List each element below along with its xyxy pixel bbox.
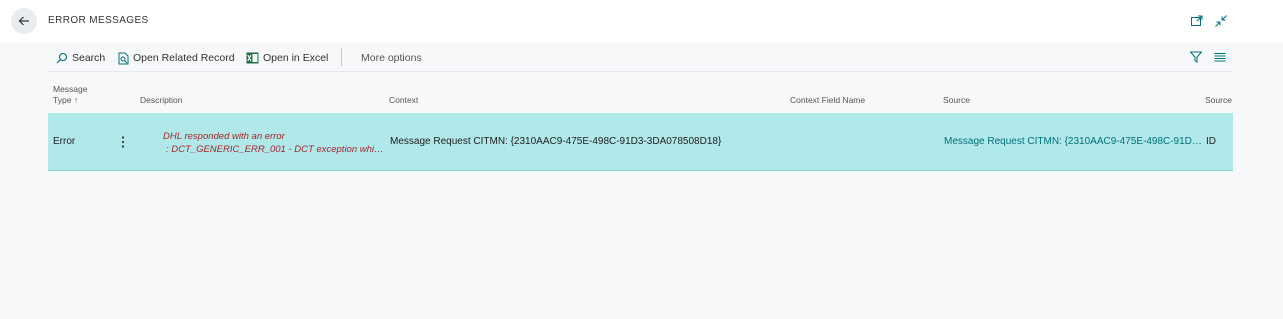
- column-header-source[interactable]: Source: [943, 95, 970, 106]
- related-record-icon: [118, 52, 129, 64]
- more-options-button[interactable]: More options: [361, 50, 422, 66]
- column-header-description[interactable]: Description: [140, 95, 183, 106]
- back-arrow-icon: [18, 16, 29, 26]
- message-type-cell: Error: [53, 136, 76, 147]
- table-row[interactable]: Error DHL responded with an error : DCT_…: [48, 113, 1233, 171]
- sort-ascending-icon: ↑: [73, 95, 79, 105]
- description-line2: : DCT_GENERIC_ERR_001 - DCT exception wh…: [166, 144, 385, 155]
- context-cell: Message Request CITMN: {2310AAC9-475E-49…: [390, 136, 722, 147]
- action-separator: [341, 48, 342, 66]
- description-cell[interactable]: DHL responded with an error : DCT_GENERI…: [163, 130, 385, 156]
- back-button[interactable]: [11, 8, 37, 34]
- open-new-window-icon[interactable]: [1190, 14, 1204, 28]
- open-in-excel-button[interactable]: Open in Excel: [246, 50, 328, 66]
- source-cell[interactable]: Message Request CITMN: {2310AAC9-475E-49…: [944, 136, 1202, 147]
- search-label: Search: [72, 52, 106, 64]
- search-icon: [56, 52, 68, 64]
- page-title: ERROR MESSAGES: [48, 15, 149, 26]
- column-header-message-type-line1: Message: [53, 84, 88, 94]
- description-line1: DHL responded with an error: [163, 131, 285, 142]
- search-button[interactable]: Search: [56, 50, 105, 66]
- filter-icon[interactable]: [1190, 51, 1202, 63]
- column-header-message-type-line2: Type: [53, 95, 72, 105]
- source-id-cell: ID: [1206, 136, 1216, 147]
- excel-icon: [246, 52, 259, 64]
- column-header-source-id[interactable]: Source: [1205, 95, 1232, 106]
- collapse-icon[interactable]: [1214, 14, 1228, 28]
- action-bar: Search Open Related Record Open in Excel…: [48, 44, 1233, 72]
- list-view-icon[interactable]: [1214, 51, 1226, 63]
- page-header: ERROR MESSAGES: [0, 0, 1283, 43]
- row-actions-icon[interactable]: [121, 135, 125, 149]
- open-related-record-button[interactable]: Open Related Record: [118, 50, 235, 66]
- open-in-excel-label: Open in Excel: [263, 52, 329, 64]
- column-header-message-type[interactable]: Message Type ↑: [53, 84, 88, 106]
- column-header-context-field-name[interactable]: Context Field Name: [790, 95, 865, 106]
- open-related-record-label: Open Related Record: [133, 52, 235, 64]
- column-header-context[interactable]: Context: [389, 95, 418, 106]
